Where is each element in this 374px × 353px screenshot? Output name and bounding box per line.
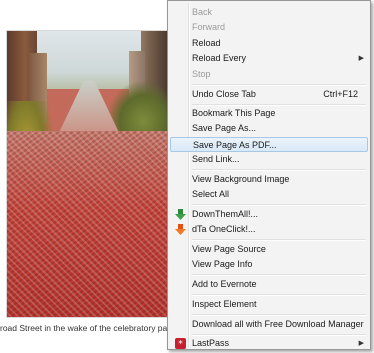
menu-item-shortcut: Ctrl+F12 bbox=[323, 89, 358, 99]
menu-item-label: View Background Image bbox=[192, 174, 290, 184]
menu-item-label: Inspect Element bbox=[192, 299, 257, 309]
parade-photo bbox=[6, 30, 168, 318]
crowd bbox=[7, 131, 167, 317]
menu-item-back[interactable]: Back bbox=[170, 5, 368, 20]
menu-item-reload-every[interactable]: Reload Every ▶ bbox=[170, 51, 368, 66]
menu-item-label: Download all with Free Download Manager bbox=[192, 319, 364, 329]
lastpass-icon: * bbox=[175, 338, 186, 349]
menu-item-downthemall[interactable]: DownThemAll!... bbox=[170, 207, 368, 222]
menu-item-label: DownThemAll!... bbox=[192, 209, 259, 219]
menu-item-view-page-source[interactable]: View Page Source bbox=[170, 242, 368, 257]
menu-item-label: Send Link... bbox=[192, 154, 240, 164]
menu-item-undo-close-tab[interactable]: Undo Close Tab Ctrl+F12 bbox=[170, 87, 368, 102]
menu-item-label: Save Page As PDF... bbox=[193, 140, 277, 150]
menu-item-label: View Page Source bbox=[192, 244, 266, 254]
menu-separator bbox=[192, 204, 366, 206]
submenu-arrow-icon: ▶ bbox=[358, 340, 364, 347]
svg-text:*: * bbox=[178, 340, 183, 350]
menu-item-label: Bookmark This Page bbox=[192, 108, 276, 118]
menu-item-forward[interactable]: Forward bbox=[170, 20, 368, 35]
menu-item-label: Select All bbox=[192, 189, 230, 199]
menu-item-bookmark-page[interactable]: Bookmark This Page bbox=[170, 106, 368, 121]
menu-item-label: Forward bbox=[192, 22, 226, 32]
menu-item-label: View Page Info bbox=[192, 259, 253, 269]
menu-item-label: Save Page As... bbox=[192, 123, 257, 133]
menu-separator bbox=[192, 294, 366, 296]
menu-item-label: Stop bbox=[192, 69, 211, 79]
menu-item-add-to-evernote[interactable]: Add to Evernote bbox=[170, 277, 368, 292]
menu-item-dta-oneclick[interactable]: dTa OneClick!... bbox=[170, 222, 368, 237]
menu-separator bbox=[192, 274, 366, 276]
dta-oneclick-icon bbox=[175, 224, 186, 235]
menu-separator bbox=[192, 239, 366, 241]
menu-separator bbox=[192, 84, 366, 86]
context-menu: Back Forward Reload Reload Every ▶ Stop … bbox=[167, 0, 371, 350]
menu-item-view-background-image[interactable]: View Background Image bbox=[170, 172, 368, 187]
menu-item-stop[interactable]: Stop bbox=[170, 67, 368, 82]
menu-item-lastpass[interactable]: * LastPass ▶ bbox=[170, 336, 368, 351]
menu-item-label: Undo Close Tab bbox=[192, 89, 256, 99]
menu-item-download-all-fdm[interactable]: Download all with Free Download Manager bbox=[170, 317, 368, 332]
menu-separator bbox=[192, 314, 366, 316]
menu-item-reload[interactable]: Reload bbox=[170, 36, 368, 51]
menu-separator bbox=[192, 169, 366, 171]
menu-item-inspect-element[interactable]: Inspect Element bbox=[170, 297, 368, 312]
menu-item-view-page-info[interactable]: View Page Info bbox=[170, 257, 368, 272]
submenu-arrow-icon: ▶ bbox=[358, 55, 364, 62]
menu-item-send-link[interactable]: Send Link... bbox=[170, 152, 368, 167]
menu-item-save-page-as[interactable]: Save Page As... bbox=[170, 121, 368, 136]
menu-item-label: dTa OneClick!... bbox=[192, 224, 256, 234]
menu-item-label: Back bbox=[192, 7, 213, 17]
menu-item-save-page-as-pdf[interactable]: Save Page As PDF... bbox=[170, 137, 368, 152]
menu-item-select-all[interactable]: Select All bbox=[170, 187, 368, 202]
downthemall-icon bbox=[175, 209, 186, 220]
menu-item-label: Reload Every bbox=[192, 53, 247, 63]
menu-item-label: Reload bbox=[192, 38, 221, 48]
menu-item-label: Add to Evernote bbox=[192, 279, 257, 289]
menu-item-label: LastPass bbox=[192, 338, 230, 348]
